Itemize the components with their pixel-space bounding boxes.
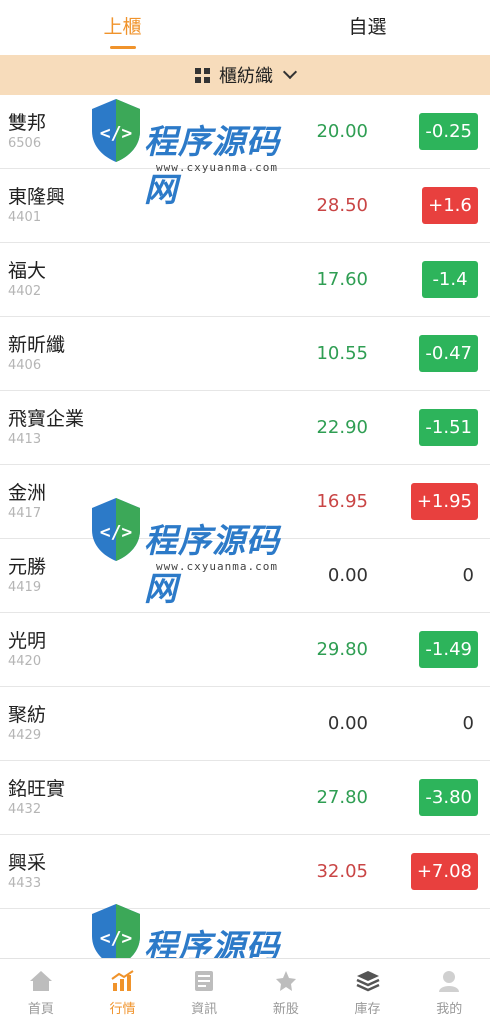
change-badge: -1.4	[422, 261, 478, 298]
stock-name: 金洲	[8, 482, 47, 504]
stock-price: 16.95	[316, 491, 368, 512]
stock-price: 20.00	[316, 121, 368, 142]
table-row[interactable]: 雙邦 6506 20.00 -0.25	[0, 95, 490, 169]
stock-code: 4432	[8, 802, 42, 817]
grid-icon	[195, 67, 210, 83]
stock-name: 銘旺實	[8, 778, 66, 800]
stock-price: 29.80	[316, 639, 368, 660]
stock-list: 雙邦 6506 20.00 -0.25 東隆興 4401 28.50 +1.6 福大…	[0, 95, 490, 909]
chevron-down-icon	[282, 64, 298, 80]
change-badge: -3.80	[419, 779, 478, 816]
stock-code: 6506	[8, 136, 42, 151]
stock-price: 32.05	[316, 861, 368, 882]
nav-ipo[interactable]: 新股	[245, 959, 327, 1024]
nav-news[interactable]: 資訊	[163, 959, 245, 1024]
stock-name: 興采	[8, 852, 47, 874]
stock-code: 4406	[8, 358, 42, 373]
change-badge: -1.49	[419, 631, 478, 668]
bottom-nav: 首頁 行情 資訊 新股 庫存 我的	[0, 958, 490, 1024]
stock-price: 0.00	[327, 565, 368, 586]
stock-code: 4417	[8, 506, 42, 521]
news-icon	[190, 967, 218, 995]
stock-price: 10.55	[316, 343, 368, 364]
stock-price: 17.60	[316, 269, 368, 290]
chart-icon	[109, 967, 137, 995]
home-icon	[27, 967, 55, 995]
nav-profile-label: 我的	[436, 1001, 463, 1017]
change-badge: -1.51	[419, 409, 478, 446]
stock-code: 4413	[8, 432, 42, 447]
stock-name: 東隆興	[8, 186, 66, 208]
nav-market-label: 行情	[109, 1001, 136, 1017]
nav-holdings[interactable]: 庫存	[327, 959, 409, 1024]
nav-profile[interactable]: 我的	[408, 959, 490, 1024]
layers-icon	[354, 967, 382, 995]
nav-news-label: 資訊	[191, 1001, 218, 1017]
stock-price: 27.80	[316, 787, 368, 808]
stock-price: 22.90	[316, 417, 368, 438]
category-selector[interactable]: 櫃紡織	[0, 55, 490, 95]
table-row[interactable]: 金洲 4417 16.95 +1.95	[0, 465, 490, 539]
stock-name: 雙邦	[8, 112, 47, 134]
stock-code: 4419	[8, 580, 42, 595]
nav-home-label: 首頁	[27, 1001, 54, 1017]
stock-name: 元勝	[8, 556, 47, 578]
stock-code: 4401	[8, 210, 42, 225]
table-row[interactable]: 新昕纖 4406 10.55 -0.47	[0, 317, 490, 391]
nav-holdings-label: 庫存	[354, 1001, 381, 1017]
change-badge: 0	[462, 713, 474, 734]
table-row[interactable]: 興采 4433 32.05 +7.08	[0, 835, 490, 909]
change-badge: +1.6	[422, 187, 478, 224]
tab-otc-label: 上櫃	[103, 16, 142, 38]
change-badge: +7.08	[410, 853, 478, 890]
nav-home[interactable]: 首頁	[0, 959, 82, 1024]
stock-name: 福大	[8, 260, 47, 282]
stock-name: 新昕纖	[8, 334, 66, 356]
change-badge: +1.95	[410, 483, 478, 520]
top-tabs: 上櫃 自選	[0, 0, 490, 55]
table-row[interactable]: 聚紡 4429 0.00 0	[0, 687, 490, 761]
svg-text:</>: </>	[100, 928, 133, 949]
tab-watchlist[interactable]: 自選	[245, 0, 490, 55]
stock-code: 4429	[8, 728, 42, 743]
change-badge: -0.47	[419, 335, 478, 372]
nav-market[interactable]: 行情	[82, 959, 164, 1024]
table-row[interactable]: 光明 4420 29.80 -1.49	[0, 613, 490, 687]
tab-active-indicator	[109, 46, 136, 49]
change-badge: 0	[462, 565, 474, 586]
user-icon	[435, 967, 463, 995]
stock-code: 4402	[8, 284, 42, 299]
category-label: 櫃紡織	[219, 66, 273, 87]
change-badge: -0.25	[419, 113, 478, 150]
table-row[interactable]: 元勝 4419 0.00 0	[0, 539, 490, 613]
tab-otc[interactable]: 上櫃	[0, 0, 245, 55]
stock-name: 聚紡	[8, 704, 47, 726]
tab-watchlist-label: 自選	[348, 16, 387, 38]
stock-price: 28.50	[316, 195, 368, 216]
stock-code: 4420	[8, 654, 42, 669]
stock-name: 光明	[8, 630, 47, 652]
table-row[interactable]: 東隆興 4401 28.50 +1.6	[0, 169, 490, 243]
stock-code: 4433	[8, 876, 42, 891]
stock-price: 0.00	[327, 713, 368, 734]
table-row[interactable]: 銘旺實 4432 27.80 -3.80	[0, 761, 490, 835]
table-row[interactable]: 福大 4402 17.60 -1.4	[0, 243, 490, 317]
stock-name: 飛寶企業	[8, 408, 85, 430]
new-stock-icon	[272, 967, 300, 995]
table-row[interactable]: 飛寶企業 4413 22.90 -1.51	[0, 391, 490, 465]
nav-ipo-label: 新股	[272, 1001, 299, 1017]
